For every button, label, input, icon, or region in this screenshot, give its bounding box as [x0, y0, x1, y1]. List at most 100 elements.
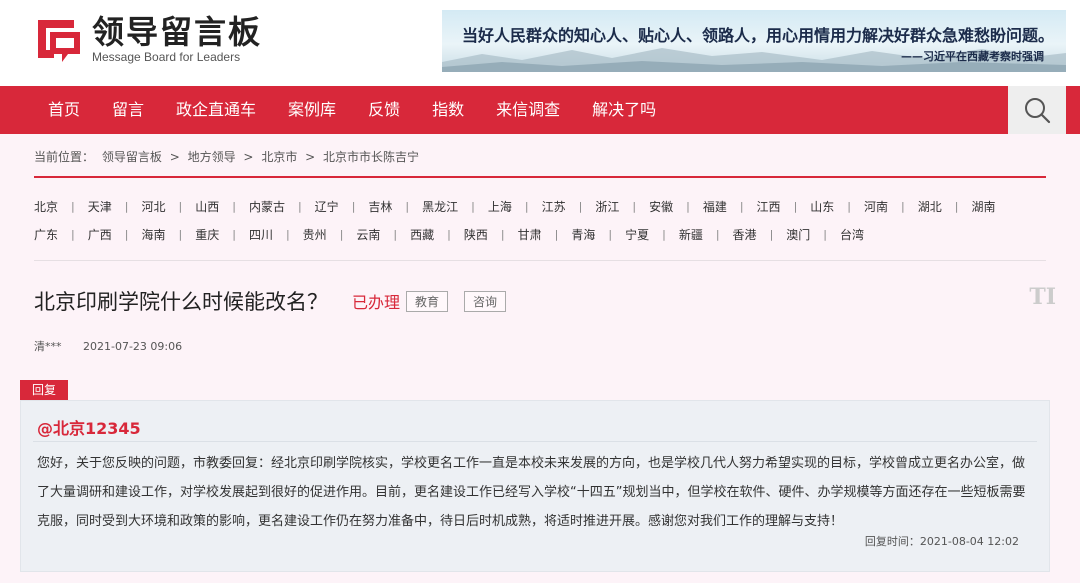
region-separator: | [393, 227, 398, 241]
breadcrumb-separator: > [243, 150, 254, 164]
nav-item-cases[interactable]: 案例库 [272, 86, 352, 134]
nav-item-feedback[interactable]: 反馈 [352, 86, 416, 134]
region-separator: | [500, 227, 505, 241]
logo-subtitle: Message Board for Leaders [92, 50, 241, 64]
region-item[interactable]: 重庆 [195, 226, 219, 243]
region-separator: | [124, 227, 129, 241]
region-item[interactable]: 吉林 [368, 198, 392, 215]
region-separator: | [405, 199, 410, 213]
breadcrumb-separator: > [305, 150, 316, 164]
region-separator: | [71, 227, 75, 241]
nav-item-home[interactable]: 首页 [32, 86, 96, 134]
message-date: 2021-07-23 09:06 [83, 340, 183, 353]
region-separator: | [71, 199, 75, 213]
region-item[interactable]: 香港 [733, 226, 757, 243]
region-item[interactable]: 山东 [810, 198, 834, 215]
region-item[interactable]: 天津 [88, 198, 112, 215]
logo-mark-icon [34, 14, 84, 64]
region-separator: | [471, 199, 475, 213]
message-header: 北京印刷学院什么时候能改名？ 已办理 教育 咨询 [34, 286, 507, 316]
breadcrumb-item[interactable]: 地方领导 [188, 150, 236, 164]
region-item[interactable]: 宁夏 [625, 226, 649, 243]
region-item[interactable]: 湖北 [918, 198, 942, 215]
region-item[interactable]: 贵州 [303, 226, 327, 243]
region-item[interactable]: 海南 [141, 226, 165, 243]
region-row: 广东 | 广西 | 海南 | 重庆 | 四川 | 贵州 | 云南 | 西藏 | 陕西 | 甘肃 | 青海 | 宁夏 | 新疆 | 香… [34, 220, 1054, 248]
region-separator: | [178, 227, 183, 241]
region-separator: | [739, 199, 744, 213]
region-item[interactable]: 上海 [488, 198, 512, 215]
region-separator: | [823, 227, 828, 241]
region-item[interactable]: 江西 [757, 198, 781, 215]
slogan-banner: 当好人民群众的知心人、贴心人、领路人，用心用情用力解决好群众急难愁盼问题。 ——… [442, 10, 1066, 72]
breadcrumb-item[interactable]: 北京市 [261, 150, 297, 164]
region-item[interactable]: 甘肃 [518, 226, 542, 243]
region-item[interactable]: 云南 [356, 226, 380, 243]
region-item[interactable]: 内蒙古 [249, 198, 285, 215]
breadcrumb-separator: > [169, 150, 180, 164]
search-icon [1025, 98, 1051, 124]
region-separator: | [901, 199, 905, 213]
breadcrumb: 当前位置： 领导留言板 > 地方领导 > 北京市 > 北京市市长陈吉宁 [34, 148, 423, 165]
region-item[interactable]: 湖南 [971, 198, 995, 215]
logo-title: 领导留言板 [92, 13, 263, 51]
page-title: 北京印刷学院什么时候能改名？ [34, 290, 328, 314]
nav-item-message[interactable]: 留言 [96, 86, 160, 134]
region-separator: | [954, 199, 959, 213]
region-separator: | [554, 227, 559, 241]
breadcrumb-item[interactable]: 领导留言板 [102, 150, 162, 164]
site-header: 领导留言板 Message Board for Leaders 当好人民群众的知… [0, 0, 1080, 86]
region-separator: | [297, 199, 302, 213]
region-item[interactable]: 山西 [195, 198, 219, 215]
region-separator: | [662, 227, 666, 241]
region-item[interactable]: 河南 [864, 198, 888, 215]
region-item[interactable]: 台湾 [840, 226, 864, 243]
divider [33, 441, 1037, 442]
nav-item-survey[interactable]: 来信调查 [480, 86, 576, 134]
region-separator: | [632, 199, 637, 213]
region-item[interactable]: 安徽 [649, 198, 673, 215]
nav-item-solved[interactable]: 解决了吗 [576, 86, 672, 134]
region-item[interactable]: 青海 [571, 226, 595, 243]
region-separator: | [578, 199, 583, 213]
breadcrumb-item[interactable]: 北京市市长陈吉宁 [323, 150, 419, 164]
region-item[interactable]: 黑龙江 [422, 198, 458, 215]
reply-time: 回复时间：2021-08-04 12:02 [865, 533, 1019, 549]
region-item[interactable]: 河北 [141, 198, 165, 215]
region-separator: | [124, 199, 129, 213]
region-item[interactable]: 福建 [703, 198, 727, 215]
font-size-icon[interactable]: TI [1029, 284, 1056, 310]
region-item[interactable]: 浙江 [595, 198, 619, 215]
message-meta: 清*** 2021-07-23 09:06 [34, 338, 182, 354]
region-item[interactable]: 北京 [34, 198, 58, 215]
region-item[interactable]: 澳门 [786, 226, 810, 243]
region-item[interactable]: 四川 [249, 226, 273, 243]
region-separator: | [686, 199, 690, 213]
region-list: 北京 | 天津 | 河北 | 山西 | 内蒙古 | 辽宁 | 吉林 | 黑龙江 | 上海 | 江苏 | 浙江 | 安徽 | 福建… [34, 192, 1054, 248]
region-separator: | [447, 227, 451, 241]
main-nav: 首页 留言 政企直通车 案例库 反馈 指数 来信调查 解决了吗 [0, 86, 1080, 134]
nav-item-enterprise[interactable]: 政企直通车 [160, 86, 272, 134]
reply-author: @北京12345 [37, 419, 141, 438]
region-item[interactable]: 陕西 [464, 226, 488, 243]
region-item[interactable]: 辽宁 [315, 198, 339, 215]
reply-text: 您好，关于您反映的问题，市教委回复：经北京印刷学院核实，学校更名工作一直是本校未… [37, 456, 1026, 529]
region-item[interactable]: 广西 [88, 226, 112, 243]
nav-item-index[interactable]: 指数 [416, 86, 480, 134]
region-separator: | [715, 227, 720, 241]
tag-consult[interactable]: 咨询 [464, 290, 507, 312]
region-item[interactable]: 广东 [34, 226, 58, 243]
region-item[interactable]: 江苏 [542, 198, 566, 215]
reply-badge: 回复 [20, 380, 69, 400]
search-button[interactable] [1008, 86, 1066, 134]
red-divider [34, 176, 1046, 178]
banner-attribution: ——习近平在西藏考察时强调 [901, 50, 1044, 63]
region-separator: | [285, 227, 290, 241]
region-row: 北京 | 天津 | 河北 | 山西 | 内蒙古 | 辽宁 | 吉林 | 黑龙江 | 上海 | 江苏 | 浙江 | 安徽 | 福建… [34, 192, 1054, 220]
reply-panel: @北京12345 您好，关于您反映的问题，市教委回复：经北京印刷学院核实，学校更… [20, 400, 1050, 572]
region-item[interactable]: 西藏 [410, 226, 434, 243]
author-name: 清*** [34, 340, 62, 353]
site-logo[interactable]: 领导留言板 Message Board for Leaders [34, 14, 262, 64]
tag-education[interactable]: 教育 [406, 290, 449, 312]
region-item[interactable]: 新疆 [679, 226, 703, 243]
